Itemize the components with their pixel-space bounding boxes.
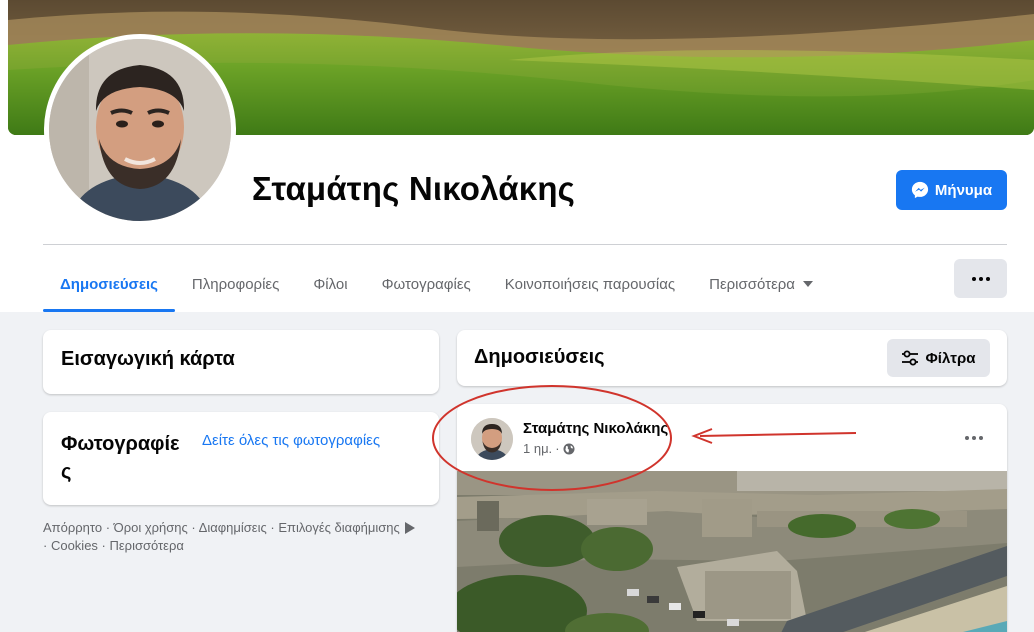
footer-privacy-link[interactable]: Απόρρητο [43,520,102,535]
messenger-icon [911,181,929,199]
footer-links: Απόρρητο · Όροι χρήσης · Διαφημίσεις · Ε… [43,519,439,555]
post-meta: 1 ημ. · [523,441,575,456]
post-timestamp[interactable]: 1 ημ. [523,441,552,456]
more-dots-icon [971,276,990,281]
footer-separator: · [102,520,114,535]
ad-choices-icon[interactable] [405,522,416,534]
tab-about-label: Πληροφορίες [191,275,280,293]
see-all-photos-link[interactable]: Δείτε όλες τις φωτογραφίες [202,432,380,449]
post-author-avatar-image [471,418,513,460]
profile-name: Σταμάτης Νικολάκης [252,170,576,207]
profile-tabs: Δημοσιεύσεις Πληροφορίες Φίλοι Φωτογραφί… [43,256,830,312]
globe-icon [563,443,575,454]
footer-separator: · [266,520,279,535]
photos-card-title: Φωτογραφίες [61,433,180,483]
post-options-button[interactable] [957,428,991,448]
tab-check-ins-label: Κοινοποιήσεις παρουσίας [504,275,676,293]
intro-card: Εισαγωγική κάρτα [43,330,439,394]
intro-card-title: Εισαγωγική κάρτα [61,348,235,370]
tab-friends[interactable]: Φίλοι [296,256,364,312]
tab-posts[interactable]: Δημοσιεύσεις [43,256,175,312]
footer-ads-link[interactable]: Διαφημίσεις [199,520,267,535]
profile-portrait-image [49,39,231,221]
post-photo[interactable] [457,471,1007,632]
header-divider [43,244,1007,245]
profile-picture[interactable] [49,39,231,221]
posts-header-title: Δημοσιεύσεις [474,346,605,368]
footer-separator: · [43,538,51,553]
profile-more-options-button[interactable] [954,259,1007,298]
filters-button[interactable]: Φίλτρα [887,339,990,377]
tab-about[interactable]: Πληροφορίες [175,256,296,312]
footer-terms-link[interactable]: Όροι χρήσης [114,520,188,535]
footer-ad-choices-link[interactable]: Επιλογές διαφήμισης [278,520,399,535]
post-photo-fortress-image [457,471,1007,632]
post-author-name[interactable]: Σταμάτης Νικολάκης [523,420,668,437]
tab-photos[interactable]: Φωτογραφίες [365,256,488,312]
footer-separator: · [97,538,110,553]
footer-more-link[interactable]: Περισσότερα [109,538,183,553]
tab-photos-label: Φωτογραφίες [381,275,471,293]
footer-separator: · [187,520,199,535]
footer-cookies-link[interactable]: Cookies [51,538,98,553]
meta-separator: · [555,441,560,456]
caret-down-icon [802,281,813,287]
photos-card: Φωτογραφίες Δείτε όλες τις φωτογραφίες [43,412,439,505]
tab-posts-label: Δημοσιεύσεις [60,275,158,293]
tab-more[interactable]: Περισσότερα [692,256,830,312]
post-options-dots-icon [965,436,983,440]
filters-button-label: Φίλτρα [925,349,976,367]
tab-check-ins[interactable]: Κοινοποιήσεις παρουσίας [488,256,692,312]
message-button[interactable]: Μήνυμα [896,170,1007,210]
post-author-avatar[interactable] [471,418,513,460]
filter-sliders-icon [902,350,919,366]
post-card: Σταμάτης Νικολάκης 1 ημ. · [457,404,1007,632]
posts-header-card: Δημοσιεύσεις Φίλτρα [457,330,1007,386]
tab-friends-label: Φίλοι [313,275,348,293]
message-button-label: Μήνυμα [934,181,993,199]
tab-more-label: Περισσότερα [709,275,795,293]
